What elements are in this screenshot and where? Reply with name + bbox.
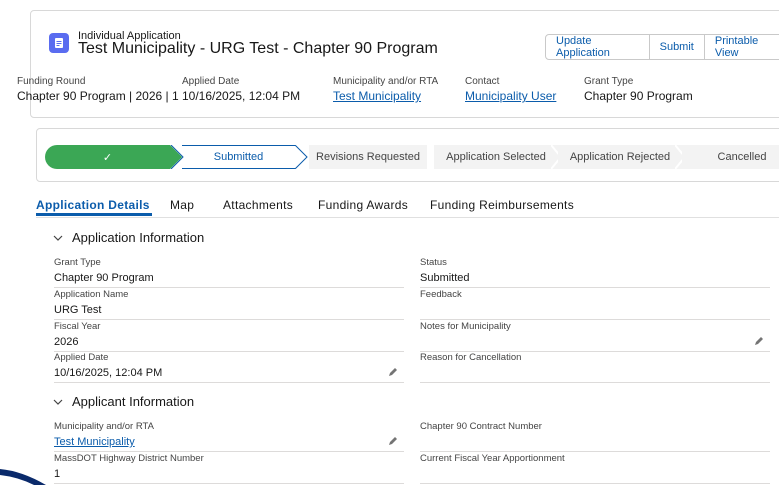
field-feedback: Feedback	[420, 289, 770, 320]
chevron-down-icon	[53, 235, 63, 241]
field-label: MassDOT Highway District Number	[54, 453, 204, 464]
field-value: 2026	[54, 336, 79, 348]
path-chevron	[295, 145, 308, 169]
field-value: URG Test	[54, 304, 102, 316]
highlight-label: Funding Round	[17, 76, 86, 87]
municipality-link[interactable]: Test Municipality	[333, 89, 438, 103]
field-applied-date: Applied Date 10/16/2025, 12:04 PM	[54, 352, 404, 383]
section-application-information[interactable]: Application Information	[52, 230, 204, 245]
section-applicant-information[interactable]: Applicant Information	[52, 394, 194, 409]
contact-link[interactable]: Municipality User	[465, 89, 556, 103]
decorative-swoosh	[0, 469, 46, 485]
field-value: 1	[54, 468, 61, 480]
field-reason-for-cancellation: Reason for Cancellation	[420, 352, 770, 383]
field-label: Notes for Municipality	[420, 321, 511, 332]
highlight-value: Chapter 90 Program | 2026 | 1	[17, 89, 179, 103]
printable-view-button[interactable]: Printable View	[704, 34, 779, 60]
tab-application-details[interactable]: Application Details	[36, 198, 150, 212]
path-stage-application-selected[interactable]: Application Selected	[434, 145, 558, 169]
section-title: Applicant Information	[72, 394, 195, 409]
field-label: Application Name	[54, 289, 129, 300]
update-application-button[interactable]: Update Application	[545, 34, 650, 60]
edit-pencil-icon[interactable]	[388, 436, 398, 446]
field-label: Chapter 90 Contract Number	[420, 421, 542, 432]
highlight-contact: Contact Municipality User	[465, 76, 556, 103]
field-label: Status	[420, 257, 447, 268]
highlight-funding-round: Funding Round Chapter 90 Program | 2026 …	[17, 76, 179, 103]
field-label: Reason for Cancellation	[420, 352, 522, 363]
highlight-value: 10/16/2025, 12:04 PM	[182, 89, 301, 103]
highlight-municipality: Municipality and/or RTA Test Municipalit…	[333, 76, 438, 103]
field-fiscal-year: Fiscal Year 2026	[54, 321, 404, 352]
field-highway-district: MassDOT Highway District Number 1	[54, 453, 404, 484]
field-label: Fiscal Year	[54, 321, 101, 332]
active-tab-indicator	[36, 213, 152, 216]
path-stage-application-rejected[interactable]: Application Rejected	[558, 145, 682, 169]
status-path: ✓ Submitted Revisions Requested Applicat…	[36, 128, 779, 182]
field-label: Feedback	[420, 289, 462, 300]
field-grant-type: Grant Type Chapter 90 Program	[54, 257, 404, 288]
path-stage-complete[interactable]: ✓	[45, 145, 170, 169]
field-application-name: Application Name URG Test	[54, 289, 404, 320]
field-notes-for-municipality: Notes for Municipality	[420, 321, 770, 352]
field-value: Submitted	[420, 272, 470, 284]
tab-attachments[interactable]: Attachments	[223, 198, 293, 212]
highlight-label: Applied Date	[182, 76, 240, 87]
field-status: Status Submitted	[420, 257, 770, 288]
highlight-applied-date: Applied Date 10/16/2025, 12:04 PM	[182, 76, 300, 103]
field-fiscal-year-apportionment: Current Fiscal Year Apportionment	[420, 453, 770, 484]
path-chevron	[170, 145, 184, 169]
edit-pencil-icon[interactable]	[388, 367, 398, 377]
page-title: Test Municipality - URG Test - Chapter 9…	[78, 40, 438, 57]
tab-funding-reimbursements[interactable]: Funding Reimbursements	[430, 198, 574, 212]
municipality-field-link[interactable]: Test Municipality	[54, 436, 404, 448]
action-button-group: Update Application Submit Printable View	[545, 34, 779, 60]
path-stage-cancelled[interactable]: Cancelled	[682, 145, 779, 169]
highlight-grant-type: Grant Type Chapter 90 Program	[584, 76, 693, 103]
field-value: 10/16/2025, 12:04 PM	[54, 367, 163, 379]
path-stage-revisions-requested[interactable]: Revisions Requested	[309, 145, 427, 169]
field-label: Municipality and/or RTA	[54, 421, 154, 432]
field-label: Grant Type	[54, 257, 101, 268]
highlight-value: Chapter 90 Program	[584, 89, 693, 103]
field-label: Applied Date	[54, 352, 109, 363]
check-icon: ✓	[102, 151, 113, 164]
submit-button[interactable]: Submit	[649, 34, 705, 60]
highlight-label: Municipality and/or RTA	[333, 76, 439, 87]
path-stage-submitted[interactable]: Submitted	[182, 145, 295, 169]
field-value: Chapter 90 Program	[54, 272, 154, 284]
edit-pencil-icon[interactable]	[754, 336, 764, 346]
highlight-label: Contact	[465, 76, 500, 87]
record-type-icon	[49, 33, 69, 53]
field-municipality-rta: Municipality and/or RTA Test Municipalit…	[54, 421, 404, 452]
field-label: Current Fiscal Year Apportionment	[420, 453, 565, 464]
chevron-down-icon	[53, 399, 63, 405]
field-contract-number: Chapter 90 Contract Number	[420, 421, 770, 452]
tab-funding-awards[interactable]: Funding Awards	[318, 198, 408, 212]
highlight-label: Grant Type	[584, 76, 634, 87]
tab-map[interactable]: Map	[170, 198, 194, 212]
section-title: Application Information	[72, 230, 205, 245]
